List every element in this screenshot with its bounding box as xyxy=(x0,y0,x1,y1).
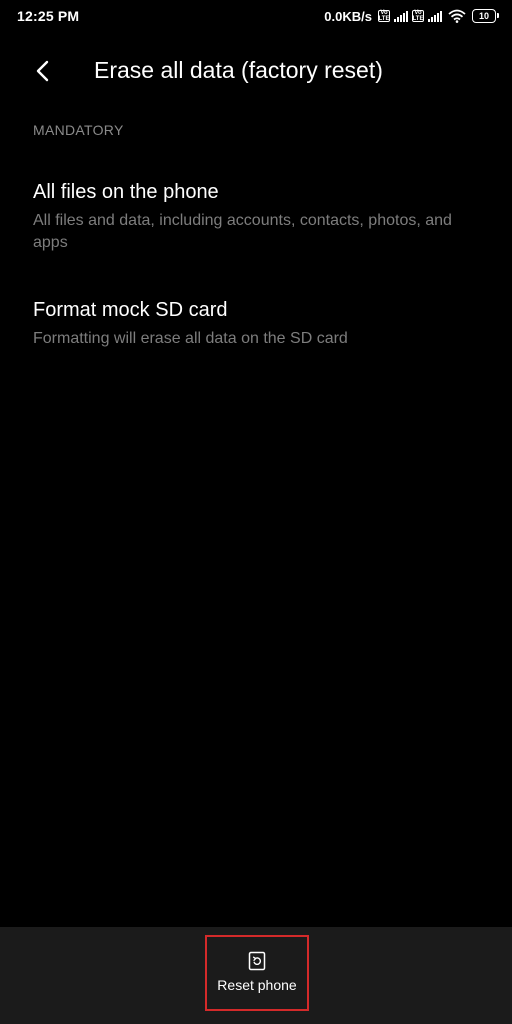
network-speed: 0.0KB/s xyxy=(324,8,372,24)
bottom-bar: Reset phone xyxy=(0,927,512,1024)
back-button[interactable] xyxy=(26,54,60,88)
reset-phone-button[interactable]: Reset phone xyxy=(205,935,309,1011)
list-item-all-files[interactable]: All files on the phone All files and dat… xyxy=(33,179,483,254)
app-bar: Erase all data (factory reset) xyxy=(0,48,512,94)
section-header: MANDATORY xyxy=(33,122,124,138)
signal-icon xyxy=(428,10,442,22)
page-title: Erase all data (factory reset) xyxy=(94,57,383,83)
volte-icon: Vo LTE xyxy=(412,10,424,22)
item-title: Format mock SD card xyxy=(33,299,228,321)
item-subtitle: Formatting will erase all data on the SD… xyxy=(33,330,348,347)
volte-icon: Vo LTE xyxy=(378,10,390,22)
list-item-format-sd-card[interactable]: Format mock SD card Formatting will eras… xyxy=(33,297,483,350)
chevron-left-icon xyxy=(36,60,49,82)
item-title: All files on the phone xyxy=(33,181,219,203)
status-time: 12:25 PM xyxy=(17,8,80,24)
reset-phone-icon xyxy=(248,951,266,971)
battery-level: 10 xyxy=(478,11,489,21)
reset-phone-label: Reset phone xyxy=(217,977,297,993)
wifi-icon xyxy=(448,9,466,23)
status-bar: 12:25 PM 0.0KB/s Vo LTE Vo LTE 10 xyxy=(0,0,512,32)
battery-icon: 10 xyxy=(472,9,499,23)
status-icons: 0.0KB/s Vo LTE Vo LTE 10 xyxy=(324,8,499,24)
item-subtitle: All files and data, including accounts, … xyxy=(33,212,452,251)
signal-icon xyxy=(394,10,408,22)
